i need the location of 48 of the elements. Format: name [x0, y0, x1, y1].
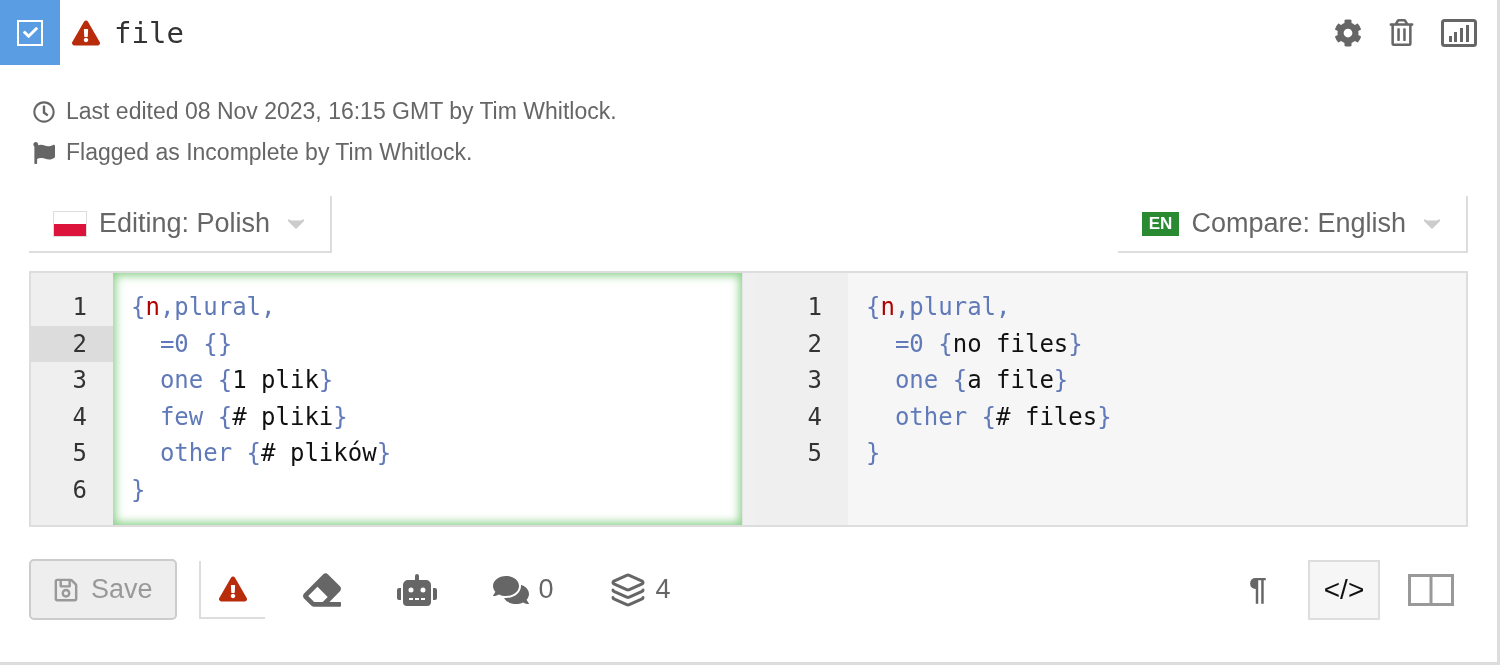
code-line: one {1 plik} — [158, 365, 335, 396]
warning-button[interactable] — [198, 560, 265, 619]
code-line: one {a file} — [893, 365, 1070, 396]
line-number: 5 — [71, 438, 88, 469]
flag-icon — [33, 141, 55, 164]
item-title: file — [114, 15, 184, 50]
warning-icon — [72, 18, 100, 47]
bar-chart-icon[interactable] — [1441, 18, 1477, 47]
line-number: 3 — [806, 365, 823, 396]
line-number: 4 — [71, 401, 88, 433]
line-number: 4 — [806, 401, 823, 433]
layers-button[interactable]: 4 — [591, 560, 689, 619]
code-view-button[interactable]: </> — [1308, 559, 1380, 620]
meta-text: Last edited 08 Nov 2023, 16:15 GMT by Tim Whitlock. — [66, 98, 617, 125]
warning-icon — [218, 574, 247, 603]
settings-icon[interactable] — [1334, 18, 1362, 47]
code-line: other {# plików} — [158, 438, 393, 469]
compare-language-dropdown[interactable]: EN Compare: English — [1117, 196, 1468, 253]
split-view-icon — [1408, 573, 1454, 606]
clock-icon — [33, 100, 55, 123]
editor-pane[interactable]: 1 2 3 4 5 6 {n,plural, =0 {} one {1 plik} few {# pliki} other {# plików} } — [31, 273, 742, 525]
editing-language-dropdown[interactable]: Editing: Polish — [29, 196, 333, 253]
line-number: 2 — [31, 325, 113, 362]
save-icon — [53, 576, 79, 603]
code-line: } — [866, 438, 882, 469]
code-line: } — [131, 474, 147, 506]
language-badge: EN — [1141, 211, 1180, 236]
comments-button[interactable]: 0 — [474, 560, 572, 619]
code-line: =0 {no files} — [893, 328, 1084, 360]
code-line: few {# pliki} — [158, 401, 349, 433]
meta-text: Flagged as Incomplete by Tim Whitlock. — [66, 139, 473, 166]
line-number: 1 — [71, 292, 88, 323]
select-checkbox[interactable] — [0, 0, 60, 65]
code-line: other {# files} — [893, 401, 1113, 433]
pilcrow-view-button[interactable]: ¶ — [1222, 559, 1294, 620]
check-icon — [22, 25, 38, 40]
line-number: 5 — [806, 438, 823, 469]
line-number: 6 — [71, 474, 88, 506]
code-line: {n,plural, — [131, 292, 277, 323]
eraser-icon — [302, 570, 341, 609]
layers-icon — [609, 571, 646, 608]
line-number: 2 — [806, 328, 823, 360]
line-number: 3 — [71, 365, 88, 396]
code-line: {n,plural, — [866, 292, 1012, 323]
code-line: =0 {} — [158, 328, 234, 360]
trash-icon[interactable] — [1388, 19, 1415, 46]
flag-icon — [53, 210, 87, 237]
line-number: 1 — [806, 292, 823, 323]
